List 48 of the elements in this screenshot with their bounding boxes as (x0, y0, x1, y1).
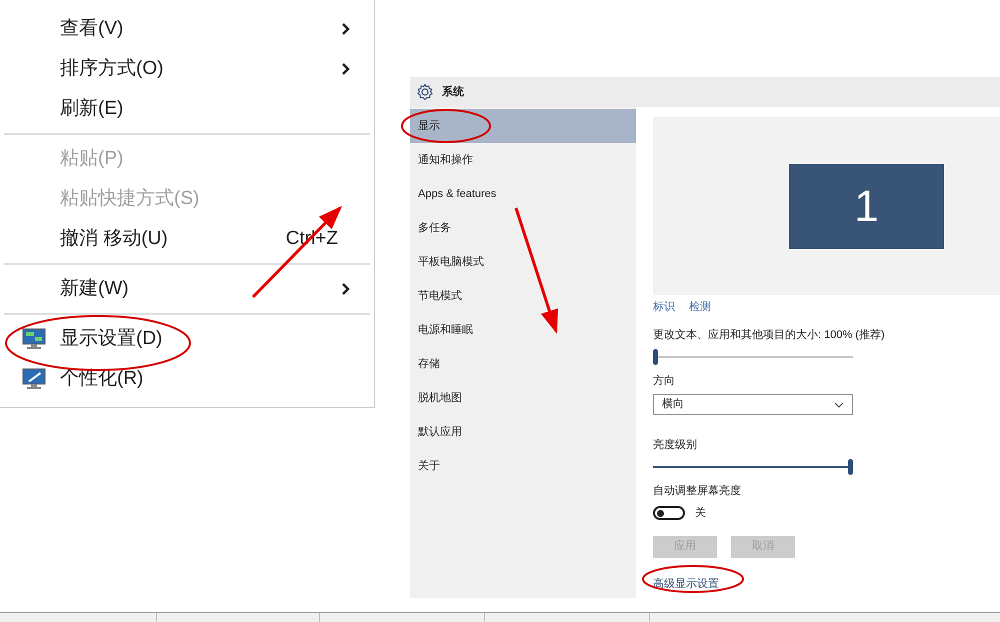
menu-label: 排序方式(O) (60, 56, 164, 81)
toggle-switch[interactable] (653, 506, 685, 520)
menu-label: 刷新(E) (60, 96, 124, 121)
setting-label: 亮度级别 (653, 438, 698, 453)
chevron-down-icon (834, 402, 844, 408)
slider-thumb[interactable] (848, 458, 853, 474)
menu-label: 撤消 移动(U) (60, 226, 169, 251)
menu-label: 粘贴(P) (60, 146, 124, 171)
settings-icon (416, 83, 434, 101)
chevron-right-icon (342, 63, 350, 75)
nav-item[interactable]: 显示 (410, 109, 636, 143)
dropdown[interactable]: 横向 (653, 394, 853, 415)
nav-item[interactable]: Apps & features (410, 177, 636, 211)
menu-item[interactable]: 排序方式(O) (4, 49, 370, 89)
monitor-tile[interactable]: 1 (789, 164, 944, 249)
menu-item[interactable]: 新建(W) (4, 269, 370, 309)
link[interactable]: 标识 (653, 298, 675, 316)
nav-item[interactable]: 存储 (410, 347, 636, 381)
link[interactable]: 高级显示设置 (653, 576, 1000, 592)
nav-item[interactable]: 通知和操作 (410, 143, 636, 177)
menu-item[interactable]: 查看(V) (4, 9, 370, 49)
slider[interactable] (653, 458, 853, 474)
slider-thumb[interactable] (653, 348, 658, 364)
monitor-brush-icon (22, 368, 46, 390)
toggle-state: 关 (695, 506, 706, 521)
monitor-number: 1 (854, 184, 879, 228)
nav-item[interactable]: 节电模式 (410, 279, 636, 313)
slider[interactable] (653, 348, 853, 364)
nav-item[interactable]: 电源和睡眠 (410, 313, 636, 347)
menu-label: 查看(V) (60, 16, 124, 41)
setting-label: 自动调整屏幕亮度 (653, 484, 742, 498)
menu-label: 新建(W) (60, 276, 130, 301)
nav-item[interactable]: 关于 (410, 449, 636, 483)
nav-item[interactable]: 脱机地图 (410, 381, 636, 415)
menu-item[interactable]: 显示设置(D) (4, 319, 370, 359)
link[interactable]: 检测 (689, 298, 711, 316)
window-title: 系统 (442, 84, 464, 100)
setting-label: 更改文本、应用和其他项目的大小: 100% (推荐) (653, 328, 886, 343)
chevron-right-icon (342, 283, 350, 295)
monitor-icon (22, 328, 46, 350)
menu-label: 粘贴快捷方式(S) (60, 186, 200, 211)
menu-label: 显示设置(D) (60, 326, 164, 351)
nav-item[interactable]: 多任务 (410, 211, 636, 245)
nav-item[interactable]: 平板电脑模式 (410, 245, 636, 279)
chevron-right-icon (342, 23, 350, 35)
nav-item[interactable]: 默认应用 (410, 415, 636, 449)
setting-label: 方向 (653, 374, 676, 388)
menu-item[interactable]: 刷新(E) (4, 89, 370, 129)
